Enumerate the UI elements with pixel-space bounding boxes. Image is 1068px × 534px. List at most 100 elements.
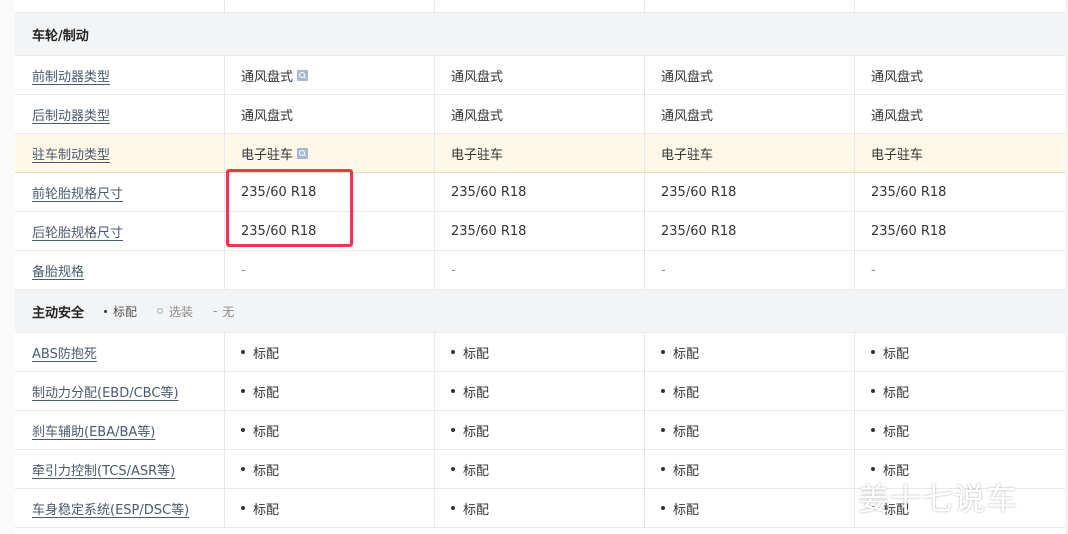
spec-value-cell: 电子驻车 <box>645 134 855 172</box>
spec-label-link[interactable]: 刹车辅助(EBA/BA等) <box>32 421 155 440</box>
spec-value-cell: 通风盘式 <box>225 95 435 133</box>
spec-value-cell: 标配 <box>225 450 435 488</box>
spec-label-link[interactable]: 驻车制动类型 <box>32 144 110 163</box>
spec-value-cell: 标配 <box>435 450 645 488</box>
spec-label-link[interactable]: 前轮胎规格尺寸 <box>32 183 123 202</box>
spec-value: 235/60 R18 <box>661 223 737 239</box>
spec-value-cell: 标配 <box>225 489 435 527</box>
row-label-cell: 前制动器类型 <box>15 56 225 94</box>
spec-label-link[interactable]: 前制动器类型 <box>32 66 110 85</box>
spec-value: 标配 <box>253 502 280 518</box>
dash-icon: - <box>213 304 218 318</box>
table-row: 后轮胎规格尺寸 235/60 R18 235/60 R18 235/60 R18 235… <box>15 212 1065 251</box>
spec-value-cell: 标配 <box>225 333 435 371</box>
spec-value: - <box>451 262 456 278</box>
spec-value-cell: 标配 <box>225 411 435 449</box>
spec-value-cell: 通风盘式 <box>225 56 435 94</box>
spec-value: 235/60 R18 <box>451 184 527 200</box>
watermark-text: 姜十七说车 <box>858 482 1018 518</box>
spec-value: 标配 <box>673 424 700 440</box>
section-title: 主动安全 <box>32 305 85 321</box>
spec-value: 235/60 R18 <box>241 184 317 200</box>
spec-label-link[interactable]: 后制动器类型 <box>32 105 110 124</box>
legend-none: - 无 <box>213 303 234 320</box>
bullet-icon <box>451 389 455 393</box>
spec-value-cell: 235/60 R18 <box>645 212 855 250</box>
spec-value: 通风盘式 <box>241 69 294 85</box>
bullet-icon <box>871 467 875 471</box>
bullet-icon <box>451 506 455 510</box>
table-row: 后制动器类型 通风盘式 通风盘式 通风盘式 通风盘式 <box>15 95 1065 134</box>
spec-value: 通风盘式 <box>871 69 924 85</box>
legend-optional: 选装 <box>157 303 193 320</box>
spec-value: 通风盘式 <box>661 108 714 124</box>
spec-value-cell: - <box>645 251 855 289</box>
table-row: ABS防抱死 标配 标配 标配 标配 <box>15 333 1065 372</box>
spec-value-cell: 标配 <box>435 411 645 449</box>
spec-value-cell: - <box>855 251 1065 289</box>
spec-value: 235/60 R18 <box>871 184 947 200</box>
bullet-icon <box>241 467 245 471</box>
row-label-cell: 制动力分配(EBD/CBC等) <box>15 372 225 410</box>
spec-label-link[interactable]: 车身稳定系统(ESP/DSC等) <box>32 499 189 518</box>
spec-label-link[interactable]: 备胎规格 <box>32 261 84 280</box>
spec-value: 标配 <box>253 424 280 440</box>
bullet-icon <box>451 428 455 432</box>
search-icon[interactable] <box>297 147 309 159</box>
legend-none-label: 无 <box>222 304 235 319</box>
spec-value-cell: 通风盘式 <box>855 95 1065 133</box>
spec-value: 标配 <box>253 463 280 479</box>
spec-comparison-page: 车轮/制动 前制动器类型 通风盘式 通风盘式 通风盘式 通风盘式 后制动器类型 通风盘式 通风… <box>0 0 1068 534</box>
spec-value: 标配 <box>463 424 490 440</box>
table-row: 前轮胎规格尺寸 235/60 R18 235/60 R18 235/60 R18 235… <box>15 173 1065 212</box>
spec-value: 通风盘式 <box>871 108 924 124</box>
spec-value-cell: 电子驻车 <box>855 134 1065 172</box>
spec-value-cell: 标配 <box>855 411 1065 449</box>
row-label-cell: 后制动器类型 <box>15 95 225 133</box>
spec-value: 电子驻车 <box>871 147 924 163</box>
spec-table: 车轮/制动 前制动器类型 通风盘式 通风盘式 通风盘式 通风盘式 后制动器类型 通风盘式 通风… <box>15 13 1065 528</box>
spec-value: 标配 <box>673 463 700 479</box>
spec-value-cell: 电子驻车 <box>225 134 435 172</box>
spec-value-cell: 235/60 R18 <box>435 173 645 211</box>
spec-label-link[interactable]: ABS防抱死 <box>32 343 97 362</box>
bullet-icon <box>871 350 875 354</box>
bullet-icon <box>871 389 875 393</box>
spec-value-cell: 标配 <box>855 333 1065 371</box>
spec-value-cell: 标配 <box>645 333 855 371</box>
bullet-icon <box>661 467 665 471</box>
row-label-cell: 后轮胎规格尺寸 <box>15 212 225 250</box>
search-icon[interactable] <box>297 69 309 81</box>
bullet-icon <box>871 428 875 432</box>
spec-value: 标配 <box>883 346 910 362</box>
legend-optional-label: 选装 <box>169 304 194 319</box>
section-header-wheels-brakes: 车轮/制动 <box>15 13 1065 56</box>
row-label-cell: ABS防抱死 <box>15 333 225 371</box>
wheel-brake-rows: 前制动器类型 通风盘式 通风盘式 通风盘式 通风盘式 后制动器类型 通风盘式 通风盘式 通风盘式… <box>15 56 1065 290</box>
spec-label-link[interactable]: 后轮胎规格尺寸 <box>32 222 123 241</box>
spec-value-cell: 通风盘式 <box>645 56 855 94</box>
spec-value-cell: 235/60 R18 <box>855 173 1065 211</box>
spec-value-cell: 235/60 R18 <box>645 173 855 211</box>
spec-value-cell: 标配 <box>435 372 645 410</box>
spec-value-cell: 标配 <box>225 372 435 410</box>
bullet-icon <box>241 506 245 510</box>
spec-value-cell: 标配 <box>645 372 855 410</box>
table-row: 刹车辅助(EBA/BA等) 标配 标配 标配 标配 <box>15 411 1065 450</box>
spec-value-cell: 235/60 R18 <box>225 173 435 211</box>
row-label-cell: 驻车制动类型 <box>15 134 225 172</box>
spec-value: 通风盘式 <box>451 108 504 124</box>
spec-label-link[interactable]: 制动力分配(EBD/CBC等) <box>32 382 179 401</box>
table-row: 备胎规格 - - - - <box>15 251 1065 290</box>
spec-value-cell: 标配 <box>645 489 855 527</box>
spec-value: 电子驻车 <box>451 147 504 163</box>
spec-value-cell: 通风盘式 <box>645 95 855 133</box>
spec-value: 235/60 R18 <box>451 223 527 239</box>
spec-value: 标配 <box>463 502 490 518</box>
row-label-cell: 前轮胎规格尺寸 <box>15 173 225 211</box>
section-title: 车轮/制动 <box>32 28 89 44</box>
spec-label-link[interactable]: 牵引力控制(TCS/ASR等) <box>32 460 175 479</box>
bullet-icon <box>661 506 665 510</box>
spec-value-cell: 标配 <box>435 333 645 371</box>
row-label-cell: 车身稳定系统(ESP/DSC等) <box>15 489 225 527</box>
